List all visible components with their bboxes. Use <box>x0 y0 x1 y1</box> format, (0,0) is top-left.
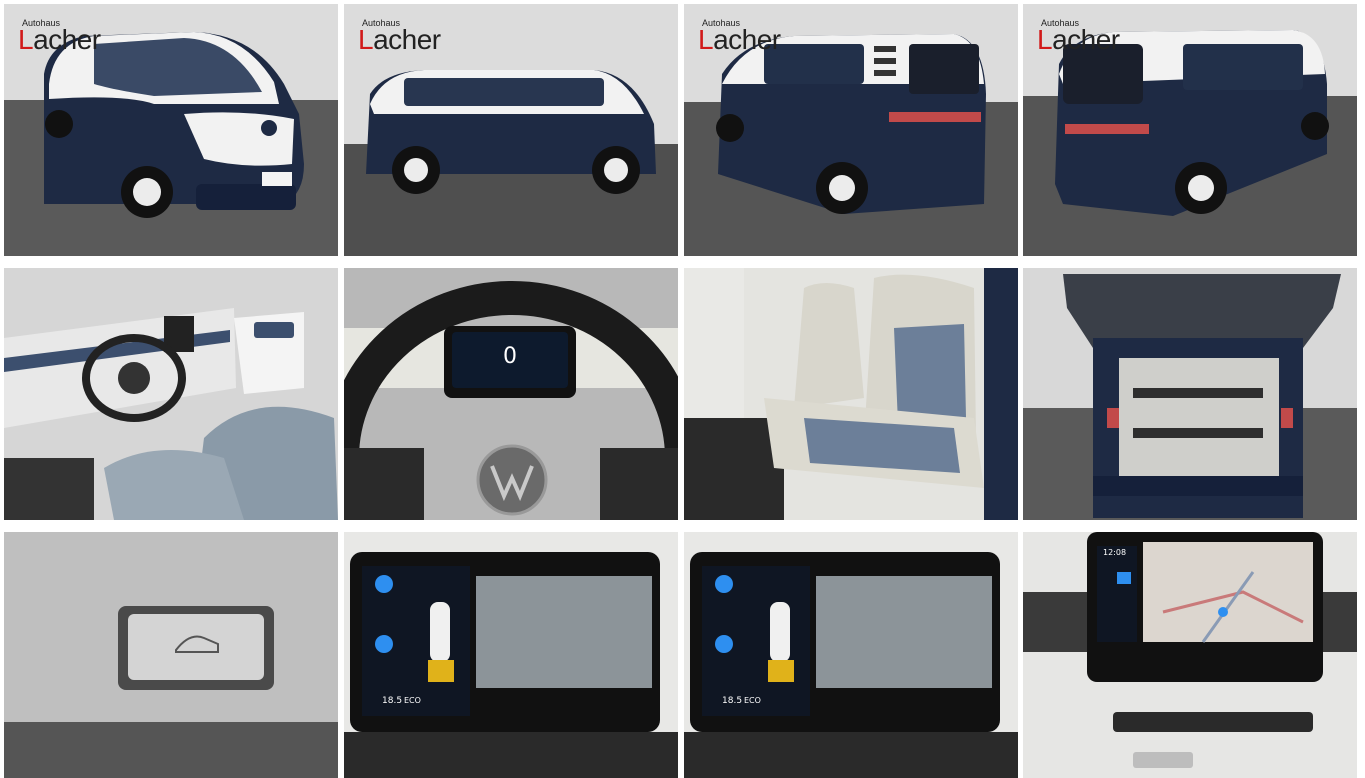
dealer-logo: Autohaus Lacher <box>698 18 781 55</box>
park-assist-screen-image <box>344 532 678 778</box>
dealer-logo: Autohaus Lacher <box>1037 18 1120 55</box>
gallery-photo-side-profile[interactable]: Autohaus Lacher <box>344 4 678 256</box>
rear-bench-image <box>684 268 1018 520</box>
photo-gallery-grid: Autohaus Lacher Autohaus Lacher Autohaus… <box>0 0 1365 778</box>
open-trunk-image <box>1023 268 1357 520</box>
cockpit-image <box>4 268 338 520</box>
trunk-button-image <box>4 532 338 778</box>
park-assist-screen-image <box>684 532 1018 778</box>
gallery-photo-park-assist-screen-1[interactable]: 18.5 ECO <box>344 532 678 778</box>
gallery-photo-navigation-screen[interactable]: 12:08 <box>1023 532 1357 778</box>
dealer-logo: Autohaus Lacher <box>358 18 441 55</box>
gallery-photo-steering-wheel[interactable]: 0 <box>344 268 678 520</box>
dealer-logo: Autohaus Lacher <box>18 18 101 55</box>
nav-clock: 12:08 <box>1103 548 1127 557</box>
speed-readout: 0 <box>503 344 517 369</box>
steering-wheel-image <box>344 268 678 520</box>
gallery-photo-rear-bench[interactable] <box>684 268 1018 520</box>
climate-temp-readout: 18.5 <box>722 696 743 706</box>
gallery-photo-open-trunk[interactable] <box>1023 268 1357 520</box>
gallery-photo-cockpit-interior[interactable] <box>4 268 338 520</box>
gallery-photo-trunk-button[interactable] <box>4 532 338 778</box>
gallery-photo-rear-three-quarter-right[interactable]: Autohaus Lacher <box>1023 4 1357 256</box>
gallery-photo-rear-three-quarter-left[interactable]: Autohaus Lacher <box>684 4 1018 256</box>
gallery-photo-park-assist-screen-2[interactable]: 18.5 ECO <box>684 532 1018 778</box>
gallery-photo-front-three-quarter[interactable]: Autohaus Lacher <box>4 4 338 256</box>
climate-mode-label: ECO <box>404 696 421 705</box>
climate-mode-label: ECO <box>744 696 761 705</box>
navigation-screen-image <box>1023 532 1357 778</box>
climate-temp-readout: 18.5 <box>382 696 403 706</box>
